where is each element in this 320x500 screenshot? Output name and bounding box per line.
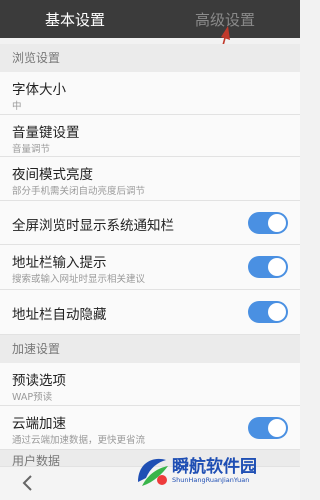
address-autohide-toggle[interactable]	[248, 301, 288, 323]
setting-address-hint-title: 地址栏输入提示	[12, 255, 107, 271]
setting-preload[interactable]: 预读选项 WAP预读	[0, 363, 300, 406]
setting-address-hint: 地址栏输入提示 搜索或输入网址时显示相关建议	[0, 245, 300, 290]
toggle-knob	[268, 214, 286, 232]
toggle-knob	[268, 419, 286, 437]
address-hint-toggle[interactable]	[248, 256, 288, 278]
setting-night-brightness[interactable]: 夜间模式亮度 部分手机需关闭自动亮度后调节	[0, 157, 300, 201]
setting-night-brightness-title: 夜间模式亮度	[12, 167, 93, 183]
setting-font-size-value: 中	[12, 101, 22, 112]
toggle-knob	[268, 258, 286, 276]
setting-volume-key[interactable]: 音量键设置 音量调节	[0, 115, 300, 157]
setting-fullscreen-notify-title: 全屏浏览时显示系统通知栏	[12, 218, 174, 234]
section-browse-settings: 浏览设置	[0, 44, 300, 72]
setting-address-autohide: 地址栏自动隐藏	[0, 290, 300, 335]
setting-preload-sub: WAP预读	[12, 392, 53, 403]
setting-font-size[interactable]: 字体大小 中	[0, 72, 300, 115]
setting-night-brightness-sub: 部分手机需关闭自动亮度后调节	[12, 186, 146, 197]
tab-bar: 基本设置 高级设置	[0, 0, 300, 38]
fullscreen-notify-toggle[interactable]	[248, 212, 288, 234]
watermark-subtitle: ShunHangRuanJianYuan	[172, 476, 250, 484]
tab-basic-settings[interactable]: 基本设置	[0, 0, 150, 38]
setting-address-autohide-title: 地址栏自动隐藏	[12, 307, 107, 323]
setting-cloud-speed: 云端加速 通过云端加速数据，更快更省流	[0, 406, 300, 450]
setting-cloud-speed-title: 云端加速	[12, 416, 66, 432]
setting-address-hint-sub: 搜索或输入网址时显示相关建议	[12, 274, 146, 285]
setting-volume-key-sub: 音量调节	[12, 144, 51, 155]
cloud-speed-toggle[interactable]	[248, 417, 288, 439]
watermark-logo-icon	[138, 458, 168, 486]
setting-preload-title: 预读选项	[12, 373, 66, 389]
setting-fullscreen-notify: 全屏浏览时显示系统通知栏	[0, 201, 300, 245]
watermark: 瞬航软件园 ShunHangRuanJianYuan	[132, 446, 296, 496]
section-speed-settings: 加速设置	[0, 335, 300, 363]
chevron-left-icon[interactable]	[18, 473, 38, 493]
setting-volume-key-title: 音量键设置	[12, 125, 80, 141]
setting-cloud-speed-sub: 通过云端加速数据，更快更省流	[12, 435, 146, 446]
watermark-title: 瞬航软件园	[172, 457, 257, 477]
setting-font-size-title: 字体大小	[12, 82, 66, 98]
toggle-knob	[268, 303, 286, 321]
